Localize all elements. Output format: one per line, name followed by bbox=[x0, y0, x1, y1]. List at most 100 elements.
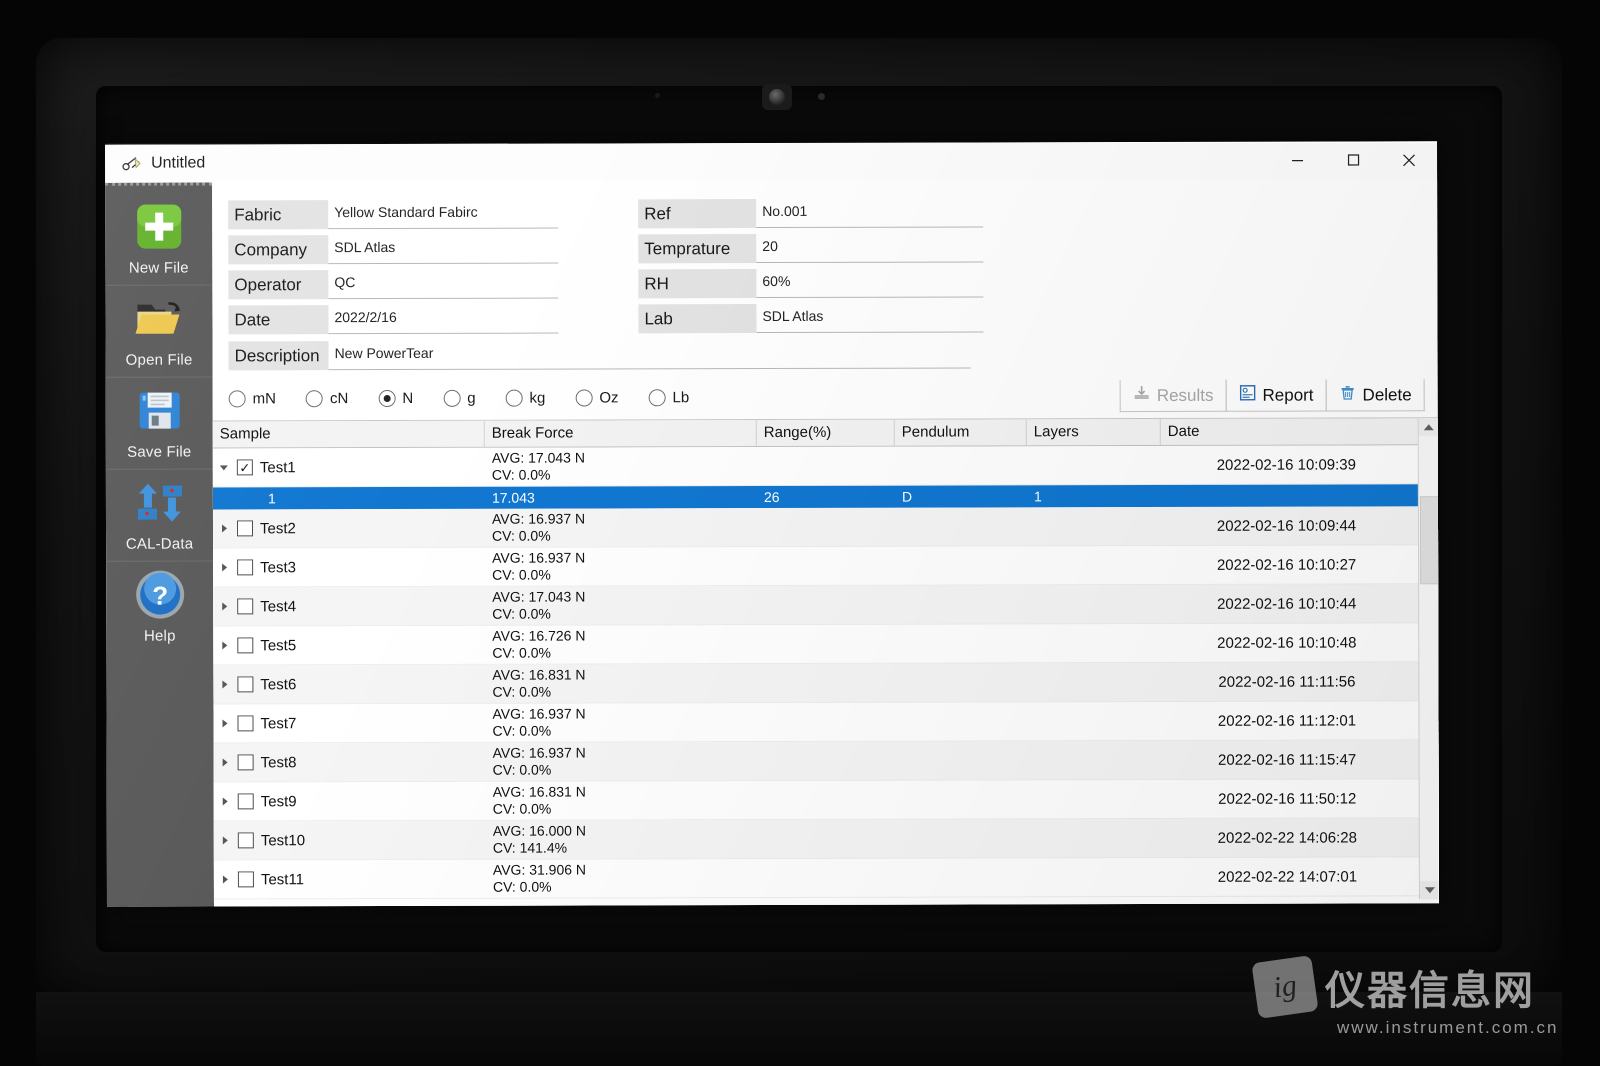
field-company[interactable]: Company SDL Atlas bbox=[228, 229, 559, 265]
row-checkbox[interactable] bbox=[237, 637, 254, 654]
chevron-right-icon[interactable] bbox=[220, 640, 230, 650]
input-operator[interactable]: QC bbox=[328, 268, 559, 300]
sidebar-item-cal-data[interactable]: CAL-Data bbox=[105, 468, 214, 561]
chevron-down-icon[interactable] bbox=[220, 462, 230, 472]
label-company: Company bbox=[228, 235, 329, 265]
row-checkbox[interactable] bbox=[237, 754, 254, 771]
row-checkbox[interactable] bbox=[237, 871, 254, 888]
delete-button[interactable]: Delete bbox=[1325, 379, 1425, 412]
column-header-date[interactable]: Date bbox=[1161, 418, 1439, 445]
chevron-right-icon[interactable] bbox=[221, 874, 231, 884]
scroll-down-button[interactable] bbox=[1419, 881, 1439, 900]
scroll-up-button[interactable] bbox=[1418, 418, 1439, 437]
column-header-break-force[interactable]: Break Force bbox=[484, 420, 757, 447]
row-checkbox[interactable] bbox=[236, 520, 254, 537]
table-row[interactable]: Test7 AVG: 16.937 N CV: 0.0% 2022-02-16 11:… bbox=[213, 701, 1439, 744]
radio-dot-icon bbox=[443, 389, 461, 407]
open-folder-icon bbox=[132, 292, 186, 346]
column-header-range[interactable]: Range(%) bbox=[756, 419, 895, 447]
input-description[interactable]: New PowerTear bbox=[328, 338, 971, 371]
sidebar-item-help[interactable]: ? Help bbox=[106, 560, 214, 653]
scrollbar-thumb[interactable] bbox=[1419, 496, 1439, 585]
table-row[interactable]: Test11 AVG: 31.906 N CV: 0.0% 2022-02-22 14… bbox=[213, 857, 1439, 900]
radio-label-lb: Lb bbox=[672, 388, 690, 406]
input-fabric[interactable]: Yellow Standard Fabirc bbox=[328, 198, 559, 230]
sample-name: Test5 bbox=[260, 636, 297, 654]
radio-label-g: g bbox=[467, 389, 476, 407]
chevron-right-icon[interactable] bbox=[221, 835, 231, 845]
cell-pendulum: D bbox=[901, 488, 913, 505]
field-fabric[interactable]: Fabric Yellow Standard Fabirc bbox=[228, 194, 559, 230]
row-checkbox[interactable] bbox=[237, 832, 254, 849]
column-header-pendulum[interactable]: Pendulum bbox=[894, 419, 1027, 446]
scrollbar-track[interactable] bbox=[1418, 436, 1439, 882]
input-temprature[interactable]: 20 bbox=[756, 232, 984, 264]
input-date[interactable]: 2022/2/16 bbox=[328, 303, 559, 335]
question-mark-icon: ? bbox=[133, 568, 187, 622]
field-operator[interactable]: Operator QC bbox=[228, 264, 559, 300]
table-row[interactable]: Test4 AVG: 17.043 N CV: 0.0% 2022-02-16 10:… bbox=[213, 584, 1439, 627]
close-button[interactable] bbox=[1381, 141, 1437, 178]
sidebar-item-open-file[interactable]: Open File bbox=[105, 284, 213, 377]
field-date[interactable]: Date 2022/2/16 bbox=[228, 299, 559, 335]
table-row[interactable]: Test5 AVG: 16.726 N CV: 0.0% 2022-02-16 10:… bbox=[213, 623, 1439, 666]
radio-unit-g[interactable]: g bbox=[443, 389, 476, 407]
input-ref[interactable]: No.001 bbox=[756, 197, 984, 229]
chevron-right-icon[interactable] bbox=[220, 679, 230, 689]
window-title: Untitled bbox=[151, 153, 206, 172]
sample-name: Test4 bbox=[260, 597, 297, 615]
webcam-indicator-dot bbox=[818, 93, 825, 100]
break-force-avg: AVG: 16.937 N bbox=[492, 705, 586, 722]
radio-unit-lb[interactable]: Lb bbox=[648, 388, 690, 406]
vertical-scrollbar[interactable] bbox=[1417, 418, 1439, 900]
radio-unit-kg[interactable]: kg bbox=[505, 389, 545, 407]
radio-unit-mn[interactable]: mN bbox=[228, 390, 276, 407]
results-button[interactable]: Results bbox=[1119, 379, 1227, 413]
table-row[interactable]: Test1 AVG: 17.043 NCV: 0.0% 2022-02-16 10:… bbox=[212, 445, 1439, 488]
field-rh[interactable]: RH 60% bbox=[638, 262, 984, 299]
field-temprature[interactable]: Temprature 20 bbox=[638, 227, 984, 264]
break-force-avg: AVG: 16.937 N bbox=[492, 549, 586, 566]
break-force-avg: AVG: 16.937 N bbox=[491, 510, 586, 527]
input-company[interactable]: SDL Atlas bbox=[328, 233, 559, 265]
table-row[interactable]: Test6 AVG: 16.831 N CV: 0.0% 2022-02-16 11:… bbox=[213, 662, 1439, 705]
table-row[interactable]: Test3 AVG: 16.937 N CV: 0.0% 2022-02-16 10:… bbox=[213, 545, 1439, 588]
table-row[interactable]: Test2 AVG: 16.937 N CV: 0.0% 2022-02-16 10:… bbox=[212, 506, 1439, 549]
row-checkbox[interactable] bbox=[237, 676, 254, 693]
row-checkbox[interactable] bbox=[236, 459, 253, 476]
field-description[interactable]: Description New PowerTear bbox=[228, 332, 971, 371]
column-header-layers[interactable]: Layers bbox=[1026, 418, 1161, 446]
radio-unit-oz[interactable]: Oz bbox=[575, 389, 619, 407]
cell-sample: Test5 bbox=[213, 636, 485, 654]
chevron-right-icon[interactable] bbox=[221, 757, 231, 767]
row-checkbox[interactable] bbox=[237, 793, 254, 810]
report-button[interactable]: Report bbox=[1225, 379, 1327, 412]
radio-dot-icon bbox=[378, 389, 396, 407]
row-checkbox[interactable] bbox=[237, 715, 254, 732]
table-row[interactable]: Test10 AVG: 16.000 N CV: 141.4% 2022-02-22 … bbox=[213, 818, 1439, 861]
sidebar-item-new-file[interactable]: New File bbox=[105, 193, 212, 284]
table-row[interactable]: Test9 AVG: 16.831 N CV: 0.0% 2022-02-16 11:… bbox=[213, 779, 1439, 822]
chevron-right-icon[interactable] bbox=[220, 601, 230, 611]
radio-unit-n[interactable]: N bbox=[378, 389, 413, 407]
chevron-right-icon[interactable] bbox=[220, 562, 230, 572]
chevron-right-icon[interactable] bbox=[220, 523, 230, 533]
field-lab[interactable]: Lab SDL Atlas bbox=[638, 297, 984, 334]
label-operator: Operator bbox=[228, 270, 329, 300]
table-row[interactable]: Test8 AVG: 16.937 N CV: 0.0% 2022-02-16 11:… bbox=[213, 740, 1439, 783]
field-ref[interactable]: Ref No.001 bbox=[638, 192, 984, 229]
report-label: Report bbox=[1262, 385, 1314, 405]
table-row-selected[interactable]: 1 17.043 26 D 1 bbox=[212, 484, 1439, 510]
new-file-icon bbox=[132, 200, 186, 254]
sidebar-item-save-file[interactable]: Save File bbox=[105, 376, 213, 469]
input-rh[interactable]: 60% bbox=[756, 267, 984, 299]
chevron-right-icon[interactable] bbox=[221, 796, 231, 806]
maximize-button[interactable] bbox=[1325, 141, 1381, 178]
chevron-right-icon[interactable] bbox=[221, 718, 231, 728]
row-checkbox[interactable] bbox=[237, 598, 254, 615]
minimize-button[interactable] bbox=[1269, 142, 1325, 179]
column-header-sample[interactable]: Sample bbox=[212, 420, 485, 448]
row-checkbox[interactable] bbox=[237, 559, 254, 576]
input-lab[interactable]: SDL Atlas bbox=[756, 302, 984, 334]
radio-unit-cn[interactable]: cN bbox=[305, 390, 348, 407]
